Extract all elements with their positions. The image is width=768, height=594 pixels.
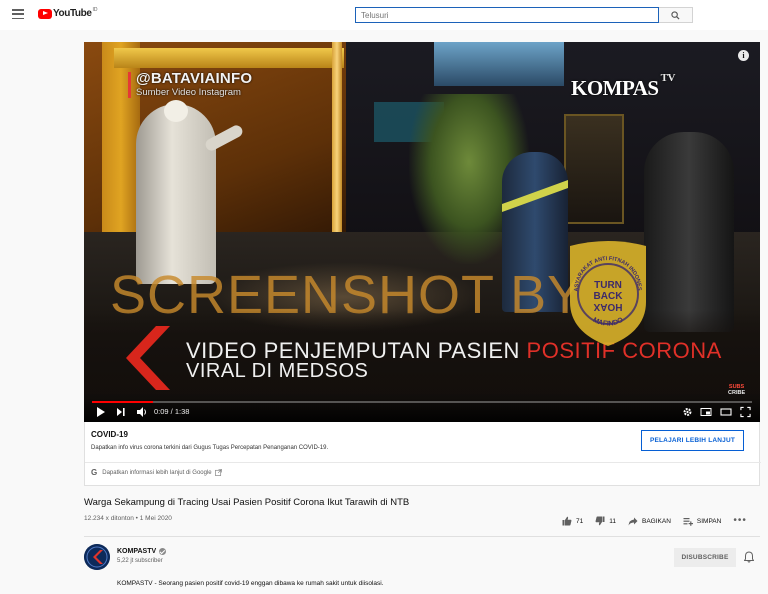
save-button[interactable]: SIMPAN (683, 517, 721, 526)
volume-icon[interactable] (136, 406, 148, 418)
search-icon (671, 10, 680, 20)
source-handle: @BATAVIAINFO (136, 70, 253, 87)
source-caption: Sumber Video Instagram (136, 87, 241, 98)
region-code: ID (92, 6, 98, 13)
playlist-add-icon (683, 517, 693, 526)
svg-text:TURN: TURN (594, 280, 622, 291)
svg-text:HOAX: HOAX (593, 301, 622, 312)
search-button[interactable] (659, 7, 693, 23)
video-actions: 71 11 BAGIKAN SIMPAN ••• (562, 514, 747, 528)
next-icon[interactable] (116, 406, 126, 418)
video-description: KOMPASTV - Seorang pasien positif covid-… (117, 580, 384, 587)
player-controls: 0:09 / 1:38 (84, 398, 760, 422)
logo-text: YouTube (53, 8, 92, 19)
progress-bar[interactable] (92, 401, 752, 403)
share-icon (628, 517, 638, 525)
info-panel-title: COVID-19 (91, 430, 128, 439)
external-link-icon (214, 469, 222, 476)
like-button[interactable]: 71 (562, 516, 583, 526)
video-view-date: 12.234 x ditonton • 1 Mei 2020 (84, 515, 172, 522)
more-horizontal-icon[interactable]: ••• (733, 516, 747, 526)
subscribe-watermark: SUBS CRIBE (728, 384, 746, 396)
fullscreen-icon[interactable] (740, 406, 751, 418)
covid-info-panel: COVID-19 Dapatkan info virus corona terk… (84, 422, 761, 486)
info-panel-divider (85, 462, 761, 463)
info-panel-description: Dapatkan info virus corona terkini dari … (91, 445, 329, 451)
video-player[interactable]: @BATAVIAINFO Sumber Video Instagram KOMP… (84, 42, 760, 422)
theater-icon[interactable] (720, 406, 732, 418)
progress-fill (92, 401, 153, 403)
google-info-link[interactable]: G Dapatkan informasi lebih lanjut di Goo… (91, 468, 222, 477)
video-title: Warga Sekampung di Tracing Usai Pasien P… (84, 497, 410, 508)
bell-icon[interactable] (744, 551, 754, 563)
time-readout: 0:09 / 1:38 (154, 407, 190, 416)
channel-avatar[interactable] (84, 544, 110, 570)
verified-check-icon (159, 548, 167, 555)
gear-icon[interactable] (682, 406, 693, 418)
youtube-play-icon (38, 8, 52, 19)
divider (84, 536, 760, 537)
subscribed-button[interactable]: DISUBSCRIBE (674, 548, 736, 567)
thumbs-down-icon (595, 516, 605, 526)
miniplayer-icon[interactable] (700, 406, 712, 418)
channel-name[interactable]: KOMPASTV (117, 548, 167, 555)
turn-back-hoax-badge: MASYARAKAT ANTI FITNAH INDONESIA TURN BA… (560, 238, 646, 346)
svg-text:BACK: BACK (594, 291, 624, 302)
search-input[interactable] (355, 7, 659, 23)
headline-line-2: VIRAL DI MEDSOS (186, 360, 369, 382)
broadcaster-logo: KOMPAS TV (571, 72, 675, 100)
play-icon[interactable] (96, 406, 106, 418)
dislike-button[interactable]: 11 (595, 516, 616, 526)
hamburger-icon[interactable] (12, 9, 24, 20)
info-icon[interactable]: i (738, 50, 749, 61)
share-button[interactable]: BAGIKAN (628, 517, 671, 526)
subscriber-count: 5,22 jt subscriber (117, 558, 163, 564)
youtube-logo[interactable]: YouTube ID (38, 6, 98, 19)
top-bar: YouTube ID (0, 0, 768, 30)
chevron-left-icon (126, 326, 170, 390)
learn-more-button[interactable]: PELAJARI LEBIH LANJUT (641, 430, 744, 451)
google-icon: G (91, 468, 98, 477)
kompastv-avatar-icon (84, 544, 110, 570)
thumbs-up-icon (562, 516, 572, 526)
